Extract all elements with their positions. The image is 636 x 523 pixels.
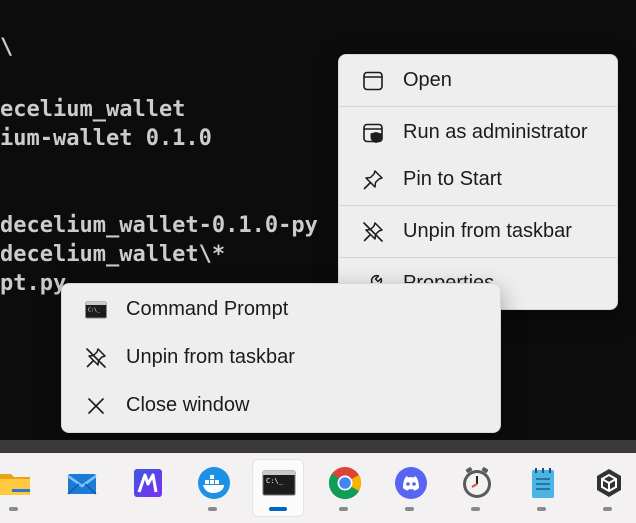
svg-text:C:\_: C:\_ [88, 308, 101, 314]
window-icon [363, 71, 383, 91]
folder-icon [0, 474, 30, 495]
menu-item-label: Command Prompt [126, 298, 289, 320]
terminal-line: ium-wallet 0.1.0 [0, 126, 212, 151]
taskbar-item-malwarebytes[interactable] [121, 459, 173, 517]
menu-divider [339, 205, 617, 206]
taskbar-item-mail[interactable] [55, 459, 107, 517]
taskbar-item-file-explorer[interactable] [0, 459, 40, 517]
notepad-icon [532, 468, 554, 498]
running-indicator [9, 507, 18, 511]
running-indicator [208, 507, 217, 511]
terminal-line: decelium_wallet-0.1.0-py [0, 213, 318, 238]
taskbar-app-context-menu: Open Run as administrator Pin to Start U… [338, 54, 618, 310]
taskbar-item-chrome[interactable] [318, 459, 370, 517]
pin-icon [363, 170, 383, 190]
unpin-icon [363, 222, 383, 242]
menu-divider [339, 106, 617, 107]
taskbar-item-unity[interactable] [582, 459, 634, 517]
docker-icon [198, 467, 230, 499]
terminal-line: pt.py [0, 271, 67, 296]
unpin-icon [86, 348, 106, 368]
menu-item-open[interactable]: Open [343, 59, 613, 103]
menu-item-unpin-from-taskbar[interactable]: Unpin from taskbar [343, 210, 613, 254]
clock-icon [463, 467, 491, 498]
menu-item-close-window[interactable]: Close window [66, 384, 496, 428]
menu-divider [339, 257, 617, 258]
terminal-line: \ [0, 35, 14, 60]
taskbar: C:\_ [0, 453, 636, 523]
taskbar-item-docker[interactable] [187, 459, 239, 517]
taskbar-item-discord[interactable] [384, 459, 436, 517]
menu-item-run-as-administrator[interactable]: Run as administrator [343, 111, 613, 155]
menu-item-label: Close window [126, 394, 250, 416]
running-indicator [537, 507, 546, 511]
terminal-line: ecelium_wallet [0, 97, 186, 122]
menu-item-label: Unpin from taskbar [403, 220, 572, 242]
taskbar-item-clock[interactable] [450, 459, 502, 517]
mail-icon [67, 474, 97, 495]
discord-icon [395, 467, 427, 499]
running-indicator [603, 507, 612, 511]
menu-item-pin-to-start[interactable]: Pin to Start [343, 158, 613, 202]
unity-icon [597, 469, 621, 497]
menu-item-label: Pin to Start [403, 168, 502, 190]
running-indicator [339, 507, 348, 511]
menu-item-label: Unpin from taskbar [126, 346, 295, 368]
menu-item-command-prompt[interactable]: C:\_ Command Prompt [66, 288, 496, 332]
taskbar-top-border [0, 440, 636, 453]
close-icon [88, 398, 104, 414]
command-prompt-icon: C:\_ [262, 470, 296, 496]
taskbar-window-context-menu: C:\_ Command Prompt Unpin from taskbar C… [61, 283, 501, 433]
running-indicator [405, 507, 414, 511]
taskbar-item-command-prompt[interactable]: C:\_ [252, 459, 304, 517]
menu-item-label: Open [403, 69, 452, 91]
menu-item-unpin-from-taskbar[interactable]: Unpin from taskbar [66, 336, 496, 380]
taskbar-item-notepad[interactable] [516, 459, 568, 517]
malwarebytes-icon [134, 469, 162, 497]
active-indicator [269, 507, 287, 511]
shield-icon [363, 123, 383, 143]
terminal-line: decelium_wallet\* [0, 242, 226, 267]
svg-text:C:\_: C:\_ [266, 477, 284, 485]
command-prompt-icon: C:\_ [85, 301, 107, 319]
running-indicator [471, 507, 480, 511]
chrome-icon [328, 467, 362, 500]
menu-item-label: Run as administrator [403, 121, 588, 143]
